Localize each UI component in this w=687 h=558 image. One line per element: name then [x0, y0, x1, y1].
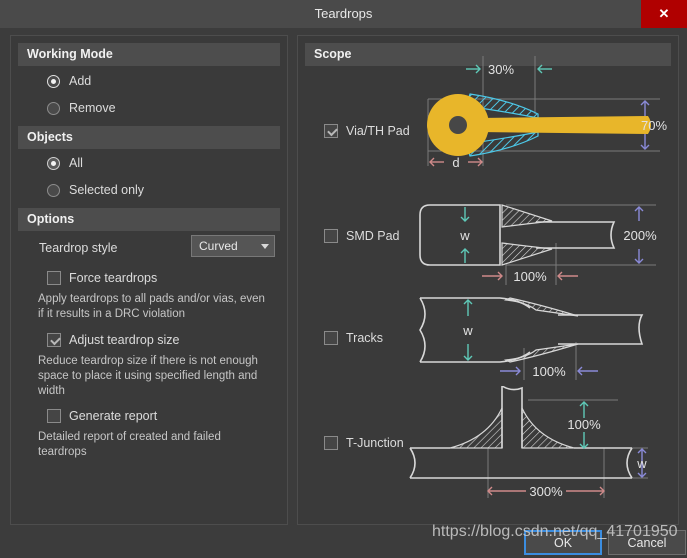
- checkbox-smd-pad[interactable]: SMD Pad: [324, 229, 400, 243]
- checkbox-adjust-teardrop-size-box: [47, 333, 61, 347]
- tracks-annotation-width: w: [462, 323, 473, 338]
- checkbox-via-th-pad-label: Via/TH Pad: [346, 124, 410, 138]
- smd-annotation-width: w: [459, 228, 470, 243]
- teardrop-style-value: Curved: [192, 239, 256, 253]
- via-th-pad-diagram: 30% 70%: [418, 54, 670, 177]
- checkbox-t-junction[interactable]: T-Junction: [324, 436, 404, 450]
- radio-selected-only-indicator: [47, 184, 60, 197]
- checkbox-smd-pad-box: [324, 229, 338, 243]
- teardrop-style-select[interactable]: Curved: [191, 235, 275, 257]
- checkbox-t-junction-box: [324, 436, 338, 450]
- radio-remove-label: Remove: [69, 101, 116, 115]
- checkbox-generate-report-box: [47, 409, 61, 423]
- t-junction-diagram: 100% w 300%: [408, 386, 670, 516]
- objects-header: Objects: [18, 126, 280, 149]
- title-bar: Teardrops ✕: [0, 0, 687, 28]
- smd-annotation-right: 200%: [623, 228, 657, 243]
- working-mode-header: Working Mode: [18, 43, 280, 66]
- cancel-button[interactable]: Cancel: [608, 530, 686, 555]
- checkbox-tracks-box: [324, 331, 338, 345]
- options-header: Options: [18, 208, 280, 231]
- teardrop-style-label: Teardrop style: [39, 241, 118, 255]
- smd-pad-diagram: w 200% 100: [418, 191, 670, 294]
- radio-selected-only-label: Selected only: [69, 183, 144, 197]
- generate-report-help: Detailed report of created and failed te…: [38, 430, 268, 460]
- checkbox-generate-report[interactable]: Generate report: [47, 409, 157, 423]
- right-panel: Scope Via/TH Pad: [297, 35, 679, 525]
- adjust-teardrop-size-help: Reduce teardrop size if there is not eno…: [38, 354, 268, 399]
- checkbox-t-junction-label: T-Junction: [346, 436, 404, 450]
- dialog-footer: OK Cancel: [0, 530, 687, 558]
- radio-selected-only[interactable]: Selected only: [47, 183, 144, 197]
- close-icon[interactable]: ✕: [641, 0, 687, 28]
- dialog-body: Working Mode Add Remove Objects All Sele…: [0, 28, 687, 530]
- radio-add[interactable]: Add: [47, 74, 91, 88]
- radio-remove[interactable]: Remove: [47, 101, 116, 115]
- checkbox-tracks-label: Tracks: [346, 331, 383, 345]
- via-annotation-right: 70%: [641, 118, 667, 133]
- checkbox-adjust-teardrop-size-label: Adjust teardrop size: [69, 333, 179, 347]
- radio-add-label: Add: [69, 74, 91, 88]
- chevron-down-icon: [256, 244, 274, 249]
- tjunction-annotation-height: 100%: [567, 417, 601, 432]
- tjunction-annotation-width: w: [636, 456, 647, 471]
- radio-all-label: All: [69, 156, 83, 170]
- left-panel: Working Mode Add Remove Objects All Sele…: [10, 35, 288, 525]
- via-annotation-top: 30%: [488, 62, 514, 77]
- via-annotation-bottom: d: [452, 155, 459, 170]
- checkbox-via-th-pad[interactable]: Via/TH Pad: [324, 124, 410, 138]
- checkbox-force-teardrops[interactable]: Force teardrops: [47, 271, 157, 285]
- tracks-annotation-bottom: 100%: [532, 364, 566, 379]
- checkbox-adjust-teardrop-size[interactable]: Adjust teardrop size: [47, 333, 179, 347]
- checkbox-force-teardrops-box: [47, 271, 61, 285]
- ok-button[interactable]: OK: [524, 530, 602, 555]
- force-teardrops-help: Apply teardrops to all pads and/or vias,…: [38, 292, 268, 322]
- smd-annotation-bottom: 100%: [513, 269, 547, 284]
- radio-all-indicator: [47, 157, 60, 170]
- radio-all[interactable]: All: [47, 156, 83, 170]
- tracks-diagram: w 100%: [418, 294, 670, 394]
- tjunction-annotation-bottom: 300%: [529, 484, 563, 499]
- checkbox-generate-report-label: Generate report: [69, 409, 157, 423]
- teardrops-dialog: Teardrops ✕ Working Mode Add Remove Obje…: [0, 0, 687, 558]
- window-title: Teardrops: [0, 0, 687, 28]
- checkbox-tracks[interactable]: Tracks: [324, 331, 383, 345]
- radio-add-indicator: [47, 75, 60, 88]
- radio-remove-indicator: [47, 102, 60, 115]
- checkbox-via-th-pad-box: [324, 124, 338, 138]
- checkbox-force-teardrops-label: Force teardrops: [69, 271, 157, 285]
- checkbox-smd-pad-label: SMD Pad: [346, 229, 400, 243]
